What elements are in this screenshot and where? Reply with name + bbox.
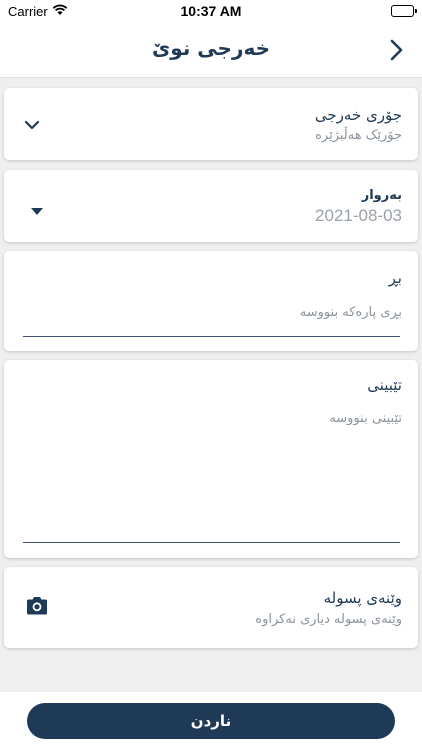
receipt-label: وێنەی پسولە	[323, 589, 402, 607]
status-time: 10:37 AM	[180, 3, 242, 19]
note-field[interactable]: تێبینی تێبینی بنووسە	[4, 360, 418, 558]
date-label: بەروار	[361, 188, 402, 203]
battery-icon	[391, 5, 417, 17]
expense-type-placeholder: جۆرێک هەڵبژێرە	[315, 128, 402, 143]
chevron-down-icon[interactable]	[24, 116, 40, 130]
triangle-down-icon[interactable]	[30, 202, 44, 215]
amount-underline	[23, 336, 400, 337]
page-title: خەرجی نوێ	[151, 36, 271, 60]
expense-type-label: جۆری خەرجی	[314, 106, 402, 124]
amount-label: بڕ	[388, 269, 402, 287]
receipt-placeholder: وێنەی پسولە دیاری نەکراوە	[255, 612, 402, 627]
status-bar: Carrier 10:37 AM	[0, 0, 422, 22]
date-value[interactable]: 2021-08-03	[315, 206, 402, 226]
note-input[interactable]: تێبینی بنووسە	[329, 411, 402, 426]
note-underline	[23, 542, 400, 543]
camera-icon[interactable]	[25, 596, 49, 616]
amount-input[interactable]: بڕی پارەکە بنووسە	[300, 305, 402, 320]
form-area: جۆری خەرجی جۆرێک هەڵبژێرە بەروار 2021-08…	[0, 78, 422, 692]
expense-type-select[interactable]: جۆری خەرجی جۆرێک هەڵبژێرە	[4, 88, 418, 160]
submit-button[interactable]: ناردن	[27, 703, 395, 739]
amount-field[interactable]: بڕ بڕی پارەکە بنووسە	[4, 251, 418, 351]
chevron-right-icon[interactable]	[384, 36, 408, 64]
note-label: تێبینی	[367, 376, 402, 394]
bottom-bar: ناردن	[0, 692, 422, 750]
receipt-picker[interactable]: وێنەی پسولە وێنەی پسولە دیاری نەکراوە	[4, 567, 418, 648]
nav-bar: خەرجی نوێ	[0, 22, 422, 78]
date-picker[interactable]: بەروار 2021-08-03	[4, 170, 418, 242]
